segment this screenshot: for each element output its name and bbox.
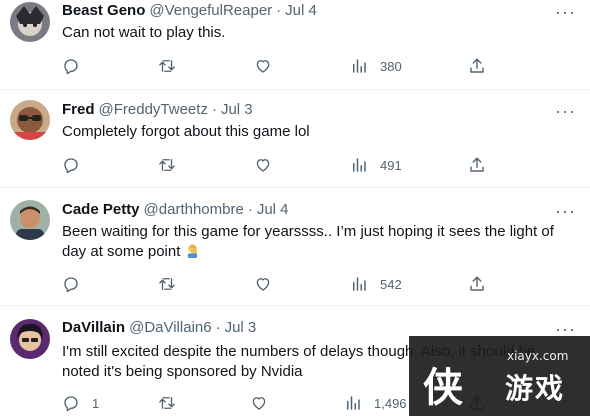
views-chart-icon [353, 59, 366, 73]
share-button[interactable] [468, 56, 486, 76]
heart-icon [256, 60, 270, 73]
separator-dot: · [215, 319, 221, 336]
views-count: 491 [380, 157, 402, 173]
author-name[interactable]: Cade Petty [62, 201, 140, 218]
retweet-button[interactable] [158, 155, 176, 175]
reply-button[interactable]: 1 [62, 393, 99, 413]
like-button[interactable] [254, 155, 272, 175]
views-count: 542 [380, 276, 402, 292]
tweet-actions: 542 [62, 274, 492, 294]
tweet-date[interactable]: Jul 4 [285, 2, 317, 19]
tweet-text: Can not wait to play this. [62, 24, 226, 41]
tweet-actions: 380 [62, 56, 492, 76]
heart-icon [256, 278, 270, 291]
more-options-icon[interactable]: ··· [555, 202, 576, 220]
views-chart-icon [353, 277, 366, 291]
tweet-date[interactable]: Jul 3 [221, 101, 253, 118]
views-chart-icon [353, 158, 366, 172]
tweet-text-container: Been waiting for this game for yearssss.… [62, 222, 577, 262]
author-handle[interactable]: @darthhombre [144, 201, 244, 218]
avatar[interactable] [10, 200, 50, 240]
more-options-icon[interactable]: ··· [555, 102, 576, 120]
tweet-header: Beast Geno @VengefulReaper · Jul 4 [62, 1, 317, 21]
tweet-date[interactable]: Jul 3 [225, 319, 257, 336]
author-name[interactable]: DaVillain [62, 319, 125, 336]
views-button[interactable]: 1,496 [344, 393, 407, 413]
retweet-icon [159, 60, 175, 72]
share-icon [470, 157, 484, 172]
reply-icon [64, 59, 78, 75]
reply-button[interactable] [62, 155, 92, 175]
watermark-glyph-main: 侠 [423, 365, 463, 411]
share-button[interactable] [468, 274, 486, 294]
tweet[interactable]: Beast Geno @VengefulReaper · Jul 4 ··· Can … [0, 0, 590, 90]
separator-dot: · [276, 2, 282, 19]
author-name[interactable]: Fred [62, 101, 95, 118]
more-options-icon[interactable]: ··· [555, 3, 576, 21]
tweet-header: Cade Petty @darthhombre · Jul 4 [62, 200, 289, 220]
reply-icon [64, 396, 78, 412]
like-button[interactable] [254, 274, 272, 294]
tweet-header: DaVillain @DaVillain6 · Jul 3 [62, 318, 256, 338]
author-name[interactable]: Beast Geno [62, 2, 145, 19]
like-button[interactable] [250, 393, 268, 413]
reply-icon [64, 158, 78, 174]
author-handle[interactable]: @VengefulReaper [149, 2, 272, 19]
author-handle[interactable]: @FreddyTweetz [99, 101, 208, 118]
retweet-icon [159, 159, 175, 171]
share-button[interactable] [468, 155, 486, 175]
views-button[interactable]: 491 [350, 155, 402, 175]
reply-count: 1 [92, 395, 100, 411]
views-button[interactable]: 380 [350, 56, 402, 76]
retweet-icon [159, 397, 175, 409]
tweet-actions: 491 [62, 155, 492, 175]
reply-icon [64, 277, 78, 293]
tweet-header: Fred @FreddyTweetz · Jul 3 [62, 100, 253, 120]
author-handle[interactable]: @DaVillain6 [129, 319, 212, 336]
watermark-site: xiayx.com [507, 349, 569, 363]
heart-icon [256, 159, 270, 172]
separator-dot: · [211, 101, 217, 118]
tweet[interactable]: Cade Petty @darthhombre · Jul 4 ··· Been wa… [0, 188, 590, 305]
more-options-icon[interactable]: ··· [555, 320, 576, 338]
views-count: 1,496 [374, 395, 407, 411]
retweet-button[interactable] [158, 56, 176, 76]
tweet-text: Completely forgot about this game lol [62, 123, 310, 140]
tweet-date[interactable]: Jul 4 [257, 201, 289, 218]
avatar[interactable] [10, 100, 50, 140]
reply-button[interactable] [62, 56, 92, 76]
tweet[interactable]: Fred @FreddyTweetz · Jul 3 ··· Completely f… [0, 90, 590, 188]
separator-dot: · [247, 201, 253, 218]
heart-icon [252, 397, 266, 410]
views-chart-icon [347, 396, 360, 410]
views-count: 380 [380, 58, 402, 74]
retweet-button[interactable] [158, 393, 176, 413]
site-watermark: xiayx.com 侠 游戏 [409, 336, 590, 416]
avatar[interactable] [10, 319, 50, 359]
retweet-button[interactable] [158, 274, 176, 294]
views-button[interactable]: 542 [350, 274, 402, 294]
reply-button[interactable] [62, 274, 92, 294]
watermark-glyph-sub: 游戏 [505, 372, 566, 405]
share-icon [470, 276, 484, 291]
share-icon [470, 58, 484, 73]
tweet-text: Been waiting for this game for yearssss.… [62, 223, 554, 260]
person-facepalming-emoji [187, 244, 197, 258]
like-button[interactable] [254, 56, 272, 76]
avatar[interactable] [10, 2, 50, 42]
retweet-icon [159, 278, 175, 290]
